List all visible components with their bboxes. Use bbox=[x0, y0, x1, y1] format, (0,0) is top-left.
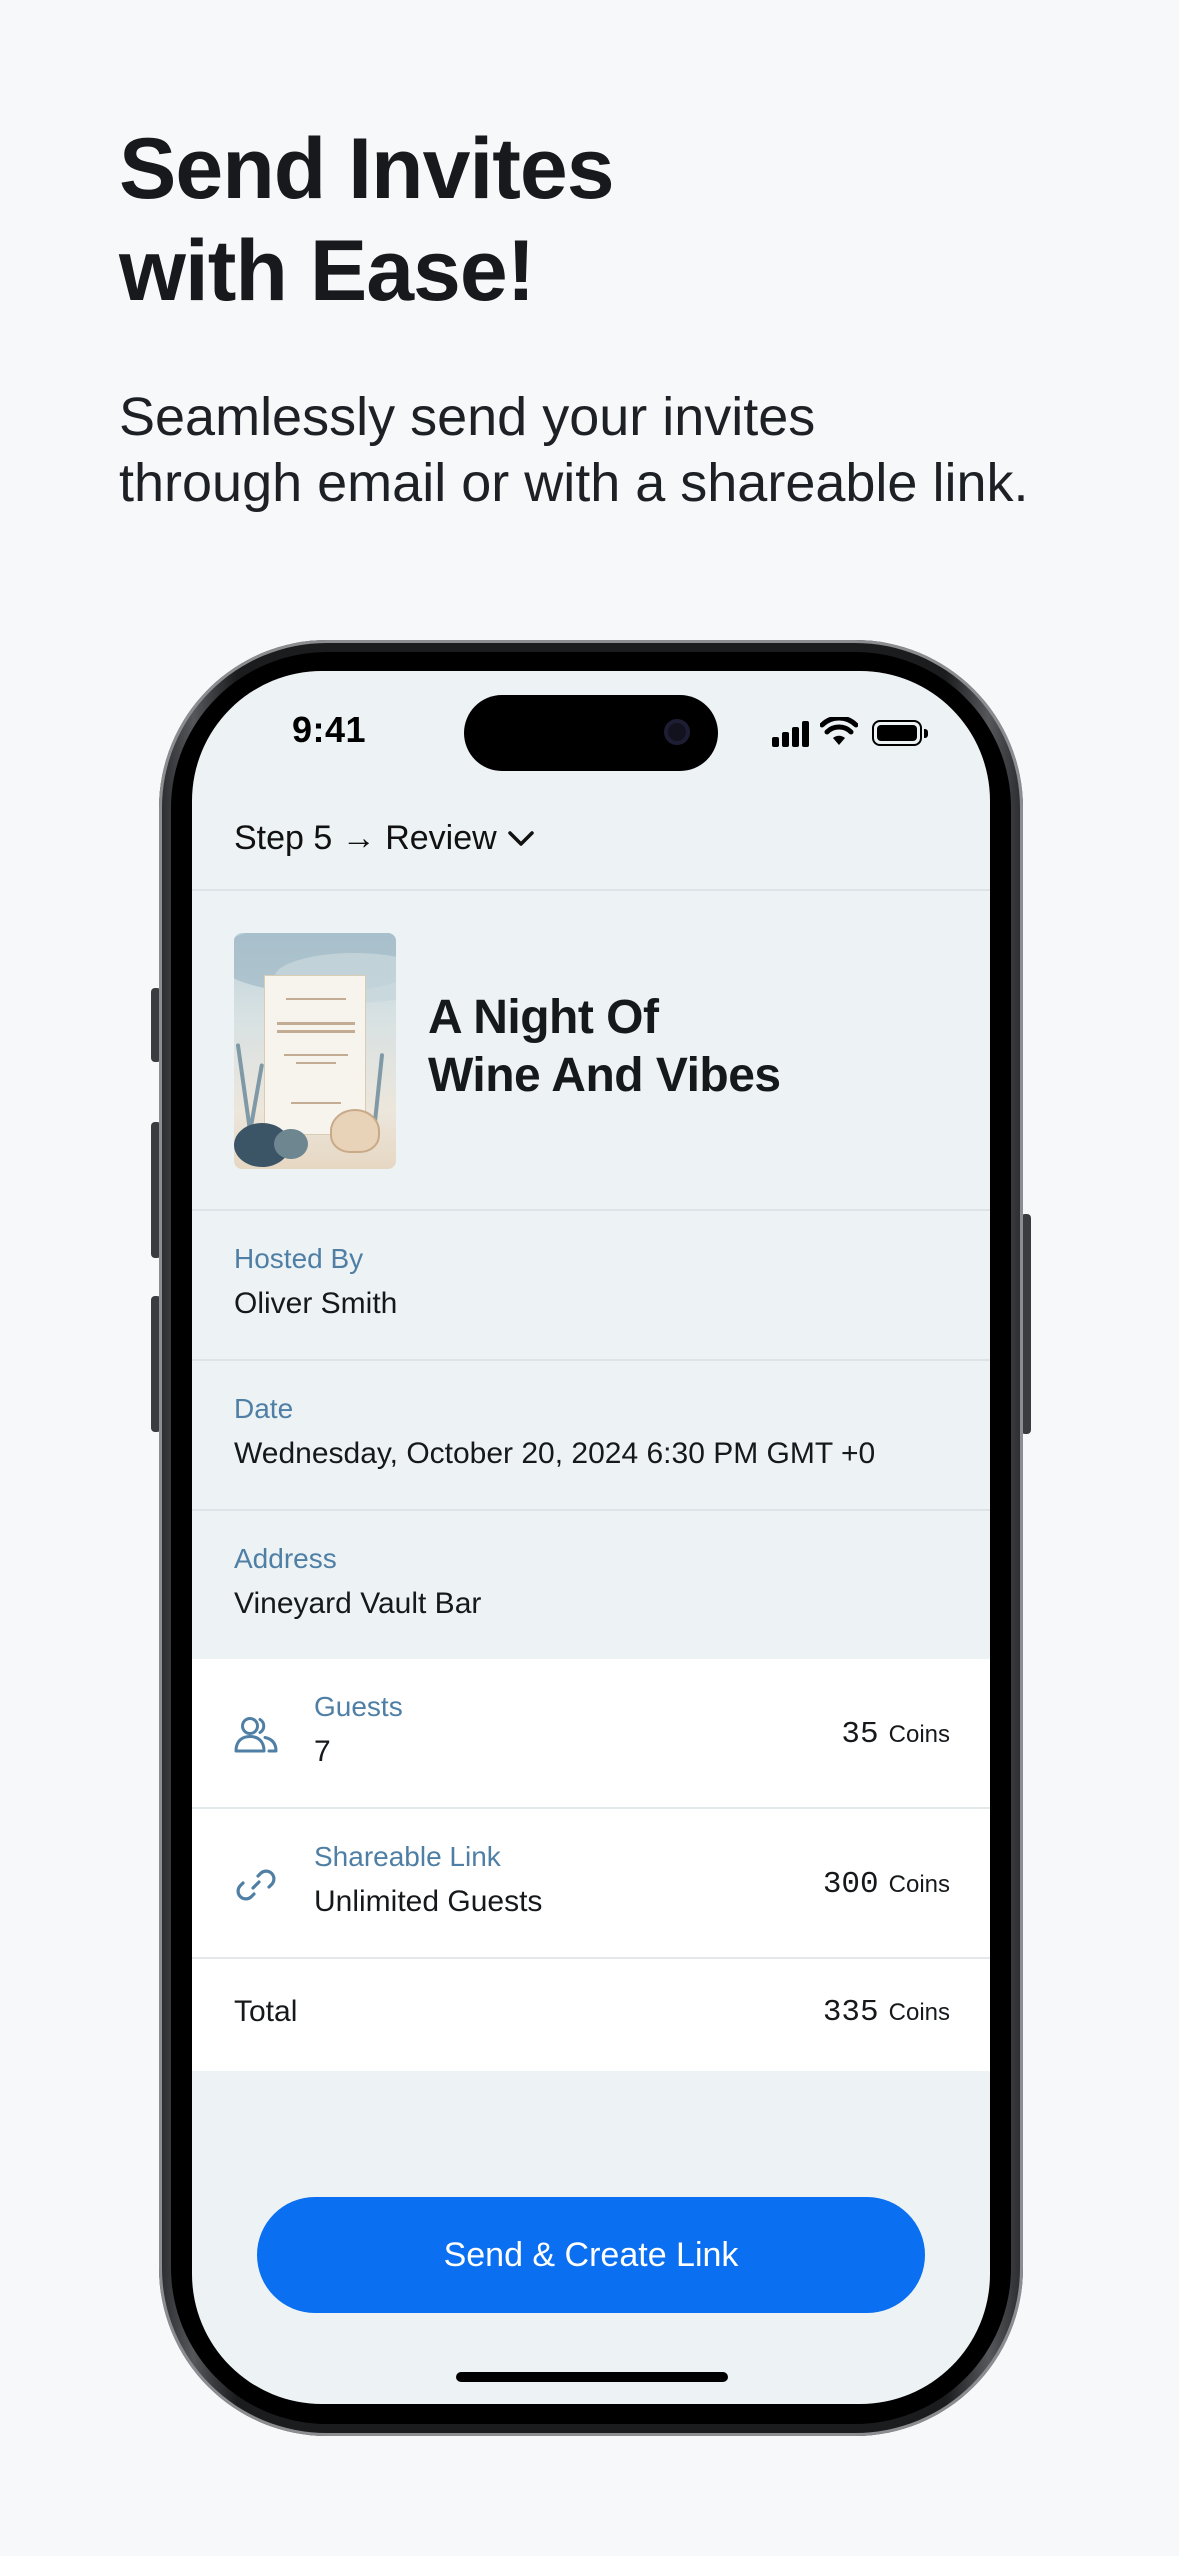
cellular-signal-icon bbox=[772, 721, 810, 747]
total-cost: 335 Coins bbox=[823, 1995, 950, 2030]
detail-label: Hosted By bbox=[234, 1243, 364, 1274]
step-label[interactable]: Step 5 → Review bbox=[234, 819, 497, 858]
total-row: Total 335 Coins bbox=[192, 1959, 990, 2071]
line-item-value: 7 bbox=[314, 1735, 331, 1768]
coin-unit: Coins bbox=[888, 1721, 950, 1748]
status-time: 9:41 bbox=[292, 709, 367, 750]
event-title: A Night Of Wine And Vibes bbox=[428, 991, 781, 1102]
coin-unit: Coins bbox=[888, 1871, 950, 1898]
total-label: Total bbox=[234, 1995, 298, 2028]
status-bar: 9:41 bbox=[192, 671, 990, 791]
chevron-down-icon[interactable] bbox=[506, 827, 536, 851]
line-item-shareable-link: Shareable Link Unlimited Guests 300 Coins bbox=[192, 1809, 990, 1959]
coin-amount: 35 bbox=[841, 1717, 879, 1752]
event-summary: A Night Of Wine And Vibes bbox=[192, 893, 990, 1211]
coin-amount: 300 bbox=[822, 1867, 879, 1902]
detail-value: Oliver Smith bbox=[234, 1287, 398, 1320]
line-item-cost: 300 Coins bbox=[823, 1867, 950, 1902]
link-icon bbox=[236, 1869, 276, 1901]
line-item-cost: 35 Coins bbox=[841, 1717, 950, 1752]
detail-value: Vineyard Vault Bar bbox=[234, 1587, 482, 1620]
detail-address: Address Vineyard Vault Bar bbox=[192, 1511, 990, 1661]
send-create-link-button[interactable]: Send & Create Link bbox=[257, 2197, 925, 2313]
line-item-label: Shareable Link bbox=[314, 1841, 501, 1872]
camera-icon bbox=[664, 719, 690, 745]
wifi-icon bbox=[820, 717, 858, 745]
invitation-thumbnail bbox=[234, 933, 396, 1169]
coin-amount: 335 bbox=[822, 1995, 879, 2030]
line-item-value: Unlimited Guests bbox=[314, 1885, 543, 1918]
detail-value: Wednesday, October 20, 2024 6:30 PM GMT … bbox=[234, 1437, 876, 1470]
detail-label: Date bbox=[234, 1393, 294, 1424]
pricing-summary: Guests 7 35 Coins Shareable Link Unlimite… bbox=[192, 1659, 990, 2071]
coin-unit: Coins bbox=[888, 1999, 950, 2026]
hero-subtitle: Seamlessly send your invites through ema… bbox=[119, 387, 1029, 513]
users-icon bbox=[234, 1717, 278, 1753]
step-selector[interactable]: Step 5 → Review bbox=[192, 791, 990, 891]
phone-screen: 9:41 Step 5 → Review A Night Of Wine And… bbox=[192, 671, 990, 2404]
dynamic-island bbox=[464, 695, 718, 771]
battery-icon bbox=[872, 720, 928, 746]
line-item-label: Guests bbox=[314, 1691, 403, 1722]
line-item-guests: Guests 7 35 Coins bbox=[192, 1659, 990, 1809]
hero-title: Send Invites with Ease! bbox=[119, 121, 615, 319]
detail-label: Address bbox=[234, 1543, 337, 1574]
detail-hosted-by: Hosted By Oliver Smith bbox=[192, 1211, 990, 1361]
detail-date: Date Wednesday, October 20, 2024 6:30 PM… bbox=[192, 1361, 990, 1511]
home-indicator[interactable] bbox=[456, 2372, 728, 2382]
